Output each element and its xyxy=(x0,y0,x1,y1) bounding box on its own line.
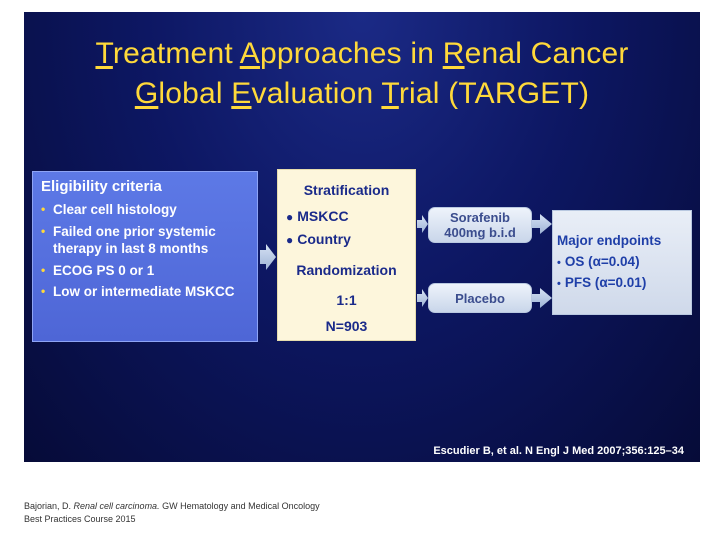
slide: Treatment Approaches in Renal Cancer Glo… xyxy=(24,12,700,462)
bullet-icon: • xyxy=(41,284,46,298)
stratification-heading: Stratification xyxy=(303,182,390,198)
eligibility-item-text: Clear cell histology xyxy=(53,202,177,217)
bullet-icon: ● xyxy=(286,210,294,224)
eligibility-item-text: Failed one prior systemic therapy in las… xyxy=(53,223,216,257)
arrow-to-sorafenib xyxy=(417,215,428,233)
caption-author: Bajorian, D. xyxy=(24,501,74,511)
caption-topic: Renal cell carcinoma. xyxy=(73,501,160,511)
randomization-ratio: 1:1 xyxy=(336,292,357,308)
eligibility-item: • Low or intermediate MSKCC xyxy=(41,283,249,301)
sorafenib-dose: 400mg b.i.d xyxy=(444,225,516,240)
randomization-label: Randomization xyxy=(296,262,397,278)
endpoint-item: • PFS (α=0.01) xyxy=(557,273,685,294)
endpoints-box: Major endpoints • OS (α=0.04) • PFS (α=0.0… xyxy=(552,210,692,315)
sorafenib-arm-box: Sorafenib 400mg b.i.d xyxy=(428,207,532,243)
bullet-icon: • xyxy=(557,257,561,269)
arrow-sorafenib-to-endpoints xyxy=(532,214,552,234)
endpoint-item-text: PFS (α=0.01) xyxy=(564,275,647,290)
endpoint-item-text: OS (α=0.04) xyxy=(564,254,640,269)
arrow-to-stratification xyxy=(260,244,276,270)
stratification-item-text: Country xyxy=(297,231,351,247)
sorafenib-label: Sorafenib xyxy=(450,210,510,225)
bullet-icon: • xyxy=(557,278,561,290)
placebo-arm-box: Placebo xyxy=(428,283,532,313)
eligibility-item-text: Low or intermediate MSKCC xyxy=(53,284,235,299)
arrow-placebo-to-endpoints xyxy=(532,288,552,308)
arrow-to-placebo xyxy=(417,289,428,307)
eligibility-criteria-box: Eligibility criteria • Clear cell histolo… xyxy=(32,171,258,342)
endpoints-heading: Major endpoints xyxy=(557,233,662,248)
eligibility-heading: Eligibility criteria xyxy=(41,178,162,195)
stratification-item-text: MSKCC xyxy=(297,208,349,224)
eligibility-item: • Failed one prior systemic therapy in la… xyxy=(41,223,249,258)
bullet-icon: • xyxy=(41,262,46,277)
bullet-icon: • xyxy=(41,223,46,238)
placebo-label: Placebo xyxy=(455,291,505,306)
eligibility-item: • ECOG PS 0 or 1 xyxy=(41,262,249,280)
stratification-box: Stratification ● MSKCC ● Country Randomiza… xyxy=(277,169,416,341)
eligibility-list: • Clear cell histology • Failed one prior … xyxy=(41,201,249,301)
eligibility-item: • Clear cell histology xyxy=(41,201,249,219)
bullet-icon: ● xyxy=(286,233,294,247)
stratification-item: ● MSKCC xyxy=(286,208,349,224)
eligibility-item-text: ECOG PS 0 or 1 xyxy=(53,262,155,278)
reference-citation: Escudier B, et al. N Engl J Med 2007;356… xyxy=(433,445,684,457)
stratification-item: ● Country xyxy=(286,231,351,247)
sample-size: N=903 xyxy=(325,318,368,334)
endpoint-item: • OS (α=0.04) xyxy=(557,252,685,273)
bullet-icon: • xyxy=(41,202,46,216)
slide-caption: Bajorian, D. Renal cell carcinoma. GW He… xyxy=(24,500,324,526)
